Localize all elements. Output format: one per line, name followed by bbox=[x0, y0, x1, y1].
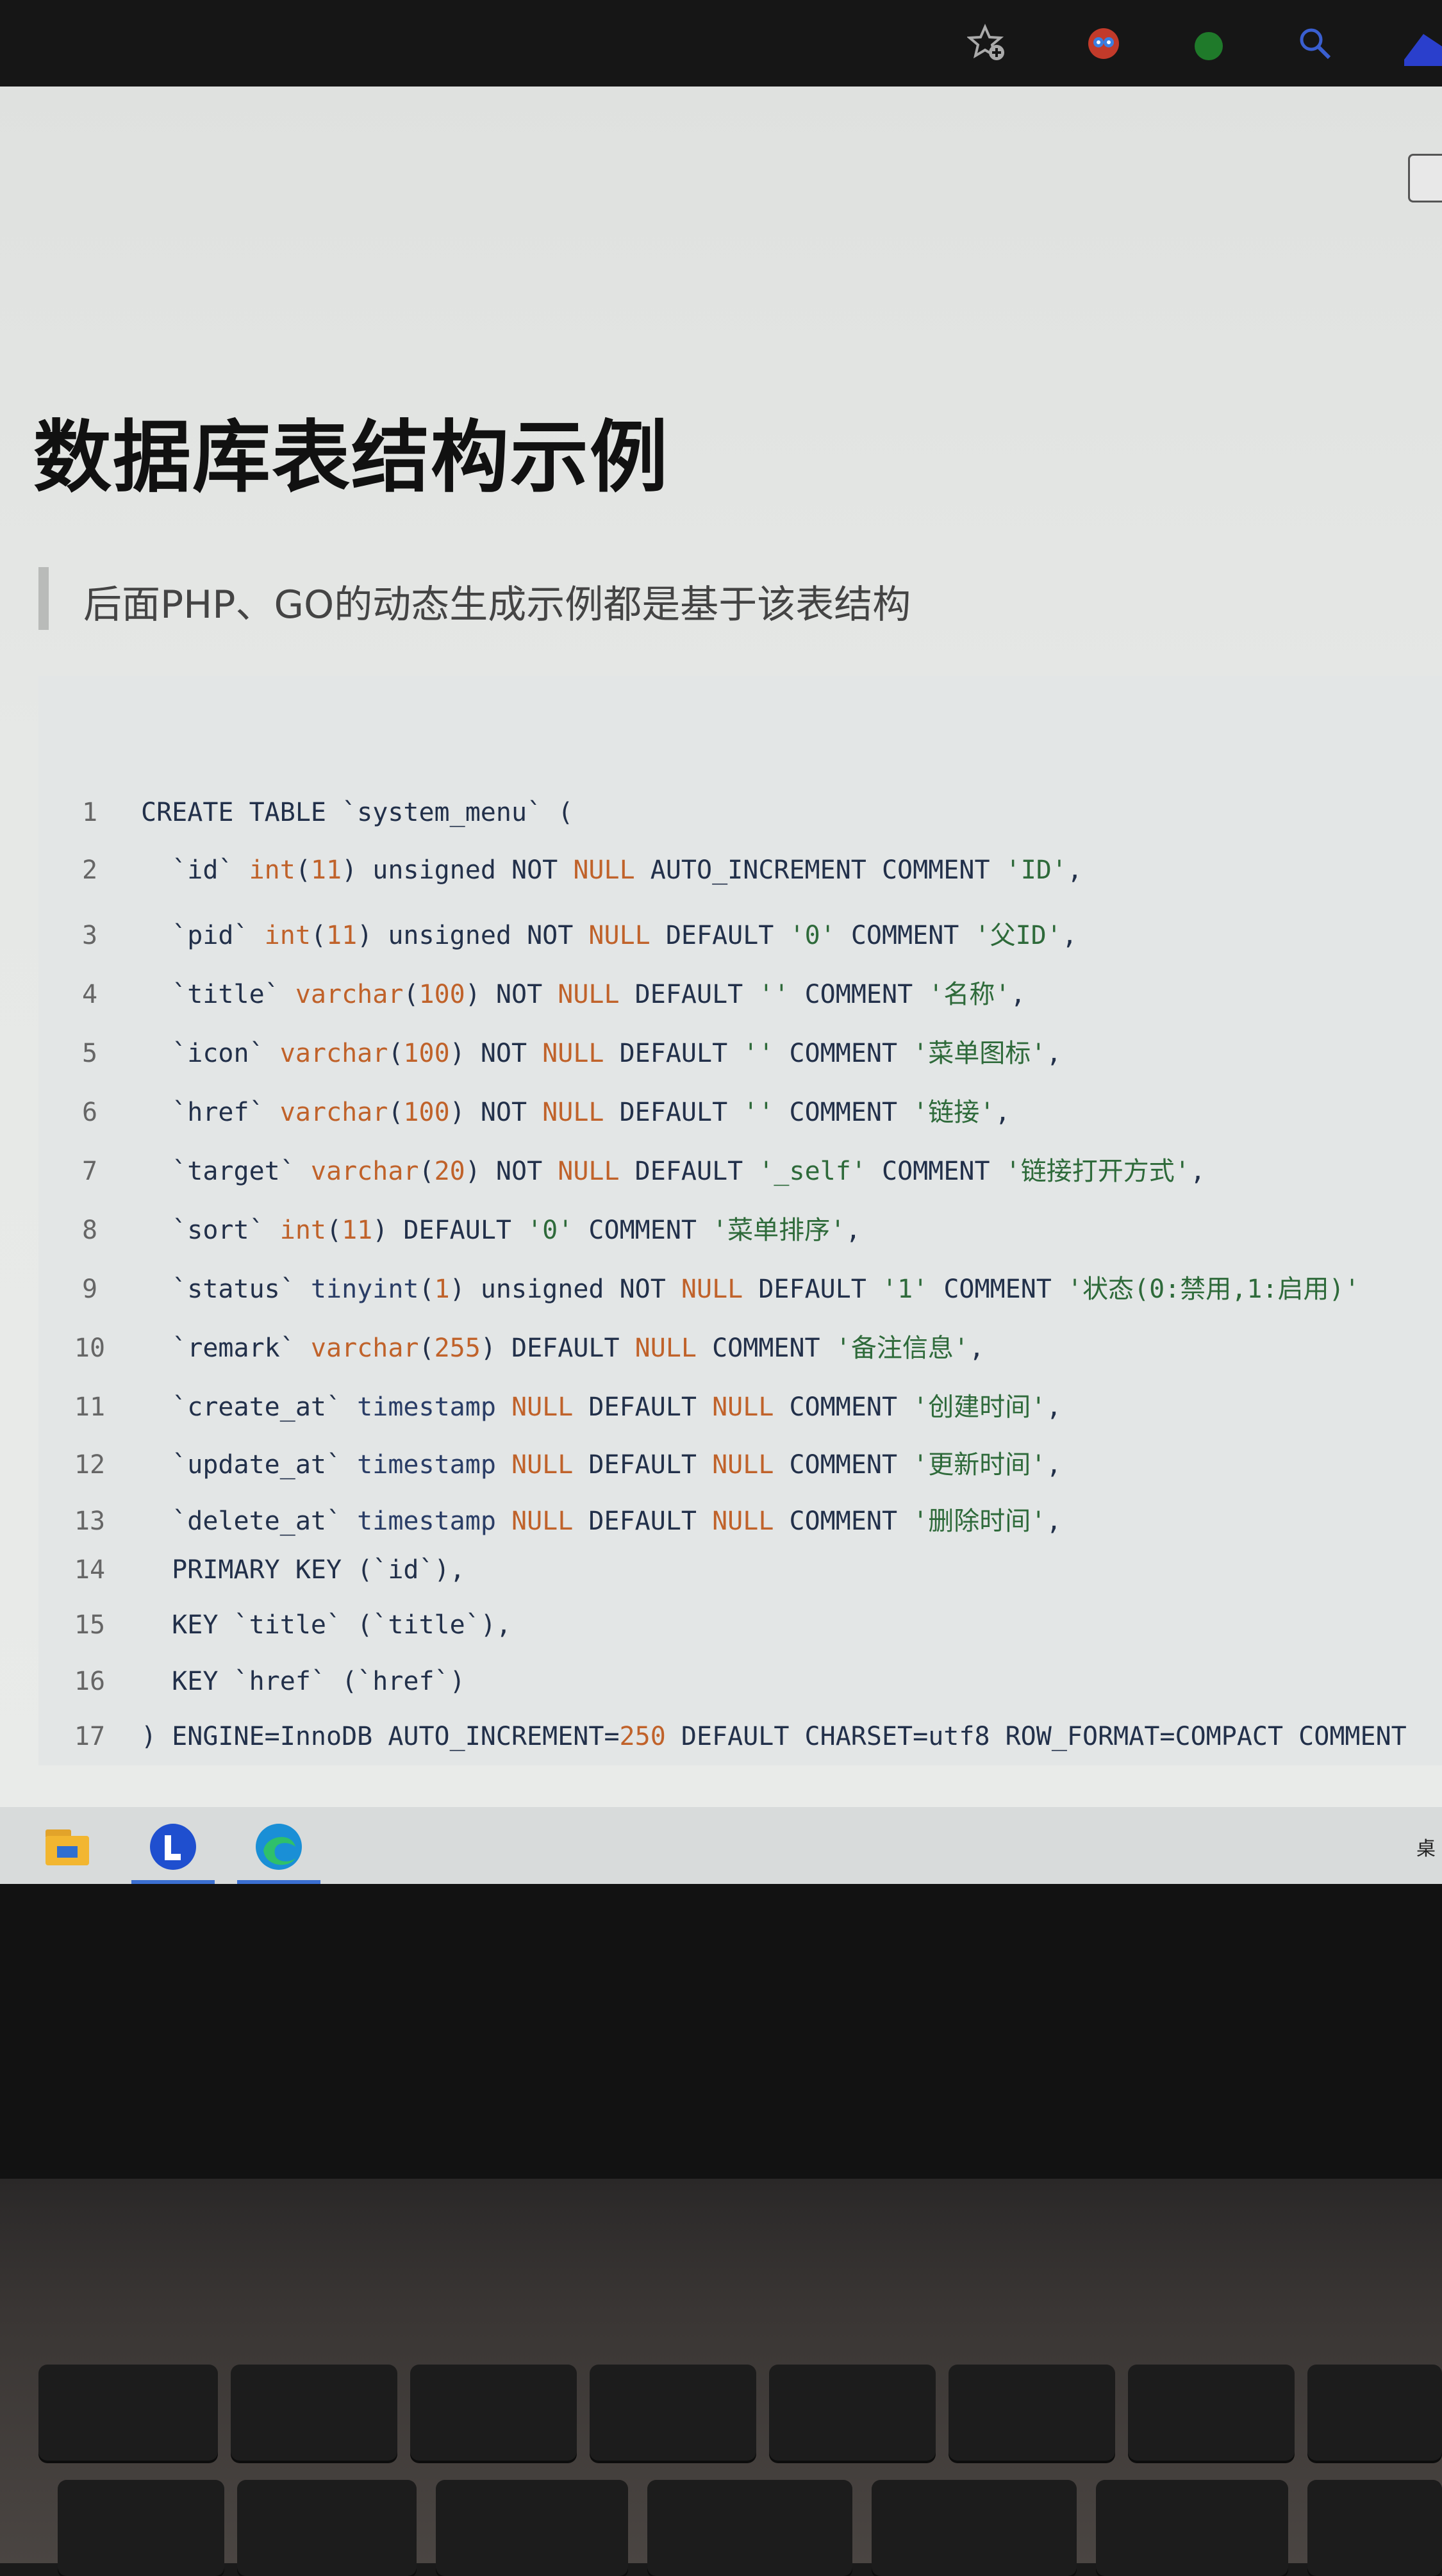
keyboard-key bbox=[1128, 2365, 1295, 2461]
code-line: 3 `pid` int(11) unsigned NOT NULL DEFAUL… bbox=[38, 914, 1077, 966]
github-corner-icon[interactable] bbox=[1408, 154, 1442, 202]
line-number: 11 bbox=[74, 1392, 106, 1422]
code-text: KEY `href` (`href`) bbox=[141, 1667, 465, 1696]
line-number: 13 bbox=[74, 1507, 106, 1536]
code-line: 14 PRIMARY KEY (`id`), bbox=[38, 1555, 465, 1606]
blockquote-text: 后面PHP、GO的动态生成示例都是基于该表结构 bbox=[83, 582, 911, 627]
code-line: 8 `sort` int(11) DEFAULT '0' COMMENT '菜单… bbox=[38, 1209, 861, 1260]
laptop-bezel bbox=[0, 1884, 1442, 2179]
code-line: 15 KEY `title` (`title`), bbox=[38, 1610, 511, 1662]
code-line: 16 KEY `href` (`href`) bbox=[38, 1667, 465, 1718]
keyboard-key bbox=[231, 2365, 397, 2461]
keyboard-key bbox=[410, 2365, 577, 2461]
line-number: 4 bbox=[81, 980, 98, 1009]
code-line: 11 `create_at` timestamp NULL DEFAULT NU… bbox=[38, 1386, 1062, 1437]
code-text: `icon` varchar(100) NOT NULL DEFAULT '' … bbox=[141, 1039, 1062, 1068]
keyboard-key bbox=[38, 2365, 218, 2461]
line-number: 5 bbox=[81, 1039, 98, 1068]
taskbar-corner-text: 桌 bbox=[1416, 1838, 1436, 1860]
line-number: 8 bbox=[81, 1216, 98, 1245]
code-line: 6 `href` varchar(100) NOT NULL DEFAULT '… bbox=[38, 1091, 1010, 1143]
search-icon[interactable] bbox=[1292, 21, 1338, 67]
l-app-icon[interactable] bbox=[135, 1821, 211, 1872]
code-line: 13 `delete_at` timestamp NULL DEFAULT NU… bbox=[38, 1500, 1062, 1551]
code-text: `id` int(11) unsigned NOT NULL AUTO_INCR… bbox=[141, 855, 1083, 885]
edge-browser-icon[interactable] bbox=[240, 1821, 317, 1872]
code-text: `create_at` timestamp NULL DEFAULT NULL … bbox=[141, 1392, 1062, 1422]
keyboard-key bbox=[590, 2365, 756, 2461]
code-line: 17 ) ENGINE=InnoDB AUTO_INCREMENT=250 DEF… bbox=[38, 1722, 1407, 1773]
line-number: 15 bbox=[74, 1610, 106, 1640]
blockquote-bar bbox=[38, 567, 49, 630]
code-line: 9 `status` tinyint(1) unsigned NOT NULL … bbox=[38, 1268, 1360, 1319]
browser-toolbar bbox=[0, 0, 1442, 87]
keyboard-key bbox=[237, 2480, 417, 2576]
profile-icon[interactable] bbox=[1397, 21, 1442, 67]
line-number: 10 bbox=[74, 1333, 106, 1363]
star-add-icon[interactable] bbox=[965, 21, 1011, 67]
extension-icon[interactable] bbox=[1081, 21, 1127, 67]
code-text: `update_at` timestamp NULL DEFAULT NULL … bbox=[141, 1450, 1062, 1480]
code-text: `sort` int(11) DEFAULT '0' COMMENT '菜单排序… bbox=[141, 1216, 861, 1245]
code-text: `title` varchar(100) NOT NULL DEFAULT ''… bbox=[141, 980, 1026, 1009]
line-number: 17 bbox=[74, 1722, 106, 1751]
line-number: 16 bbox=[74, 1667, 106, 1696]
code-block: 1 CREATE TABLE `system_menu` ( 2 `id` int(… bbox=[38, 676, 1442, 1765]
code-text: KEY `title` (`title`), bbox=[141, 1610, 511, 1640]
line-number: 12 bbox=[74, 1450, 106, 1480]
code-text: ) ENGINE=InnoDB AUTO_INCREMENT=250 DEFAU… bbox=[141, 1722, 1407, 1751]
keyboard-key bbox=[58, 2480, 224, 2576]
code-text: `delete_at` timestamp NULL DEFAULT NULL … bbox=[141, 1507, 1062, 1536]
code-line: 12 `update_at` timestamp NULL DEFAULT NU… bbox=[38, 1444, 1062, 1495]
code-line: 2 `id` int(11) unsigned NOT NULL AUTO_IN… bbox=[38, 855, 1082, 907]
keyboard-key bbox=[647, 2480, 852, 2576]
document-page: 数据库表结构示例 后面PHP、GO的动态生成示例都是基于该表结构 1 CREATE… bbox=[0, 87, 1442, 1876]
line-number: 9 bbox=[81, 1275, 98, 1304]
line-number: 6 bbox=[81, 1098, 98, 1127]
laptop-keyboard bbox=[0, 2179, 1442, 2576]
code-line: 1 CREATE TABLE `system_menu` ( bbox=[38, 798, 573, 849]
keyboard-key bbox=[769, 2365, 936, 2461]
green-extension-icon[interactable] bbox=[1186, 21, 1232, 67]
keyboard-key bbox=[1096, 2480, 1288, 2576]
file-explorer-icon[interactable] bbox=[29, 1821, 106, 1872]
code-text: `pid` int(11) unsigned NOT NULL DEFAULT … bbox=[141, 921, 1077, 950]
code-line: 7 `target` varchar(20) NOT NULL DEFAULT … bbox=[38, 1150, 1206, 1201]
line-number: 14 bbox=[74, 1555, 106, 1585]
code-text: `status` tinyint(1) unsigned NOT NULL DE… bbox=[141, 1275, 1360, 1304]
keyboard-key bbox=[949, 2365, 1115, 2461]
line-number: 2 bbox=[81, 855, 98, 885]
code-text: CREATE TABLE `system_menu` ( bbox=[141, 798, 574, 827]
code-line: 10 `remark` varchar(255) DEFAULT NULL CO… bbox=[38, 1327, 984, 1378]
code-text: `href` varchar(100) NOT NULL DEFAULT '' … bbox=[141, 1098, 1011, 1127]
line-number: 7 bbox=[81, 1157, 98, 1186]
keyboard-key bbox=[872, 2480, 1077, 2576]
keyboard-key bbox=[1307, 2365, 1442, 2461]
taskbar: 桌 bbox=[0, 1807, 1442, 1884]
code-text: `target` varchar(20) NOT NULL DEFAULT '_… bbox=[141, 1157, 1206, 1186]
code-text: PRIMARY KEY (`id`), bbox=[141, 1555, 465, 1585]
code-line: 5 `icon` varchar(100) NOT NULL DEFAULT '… bbox=[38, 1032, 1061, 1084]
keyboard-key bbox=[436, 2480, 628, 2576]
code-line: 4 `title` varchar(100) NOT NULL DEFAULT … bbox=[38, 973, 1026, 1025]
keyboard-key bbox=[1307, 2480, 1442, 2576]
line-number: 3 bbox=[81, 921, 98, 950]
code-text: `remark` varchar(255) DEFAULT NULL COMME… bbox=[141, 1333, 984, 1363]
line-number: 1 bbox=[81, 798, 98, 827]
page-title: 数据库表结构示例 bbox=[33, 412, 669, 503]
